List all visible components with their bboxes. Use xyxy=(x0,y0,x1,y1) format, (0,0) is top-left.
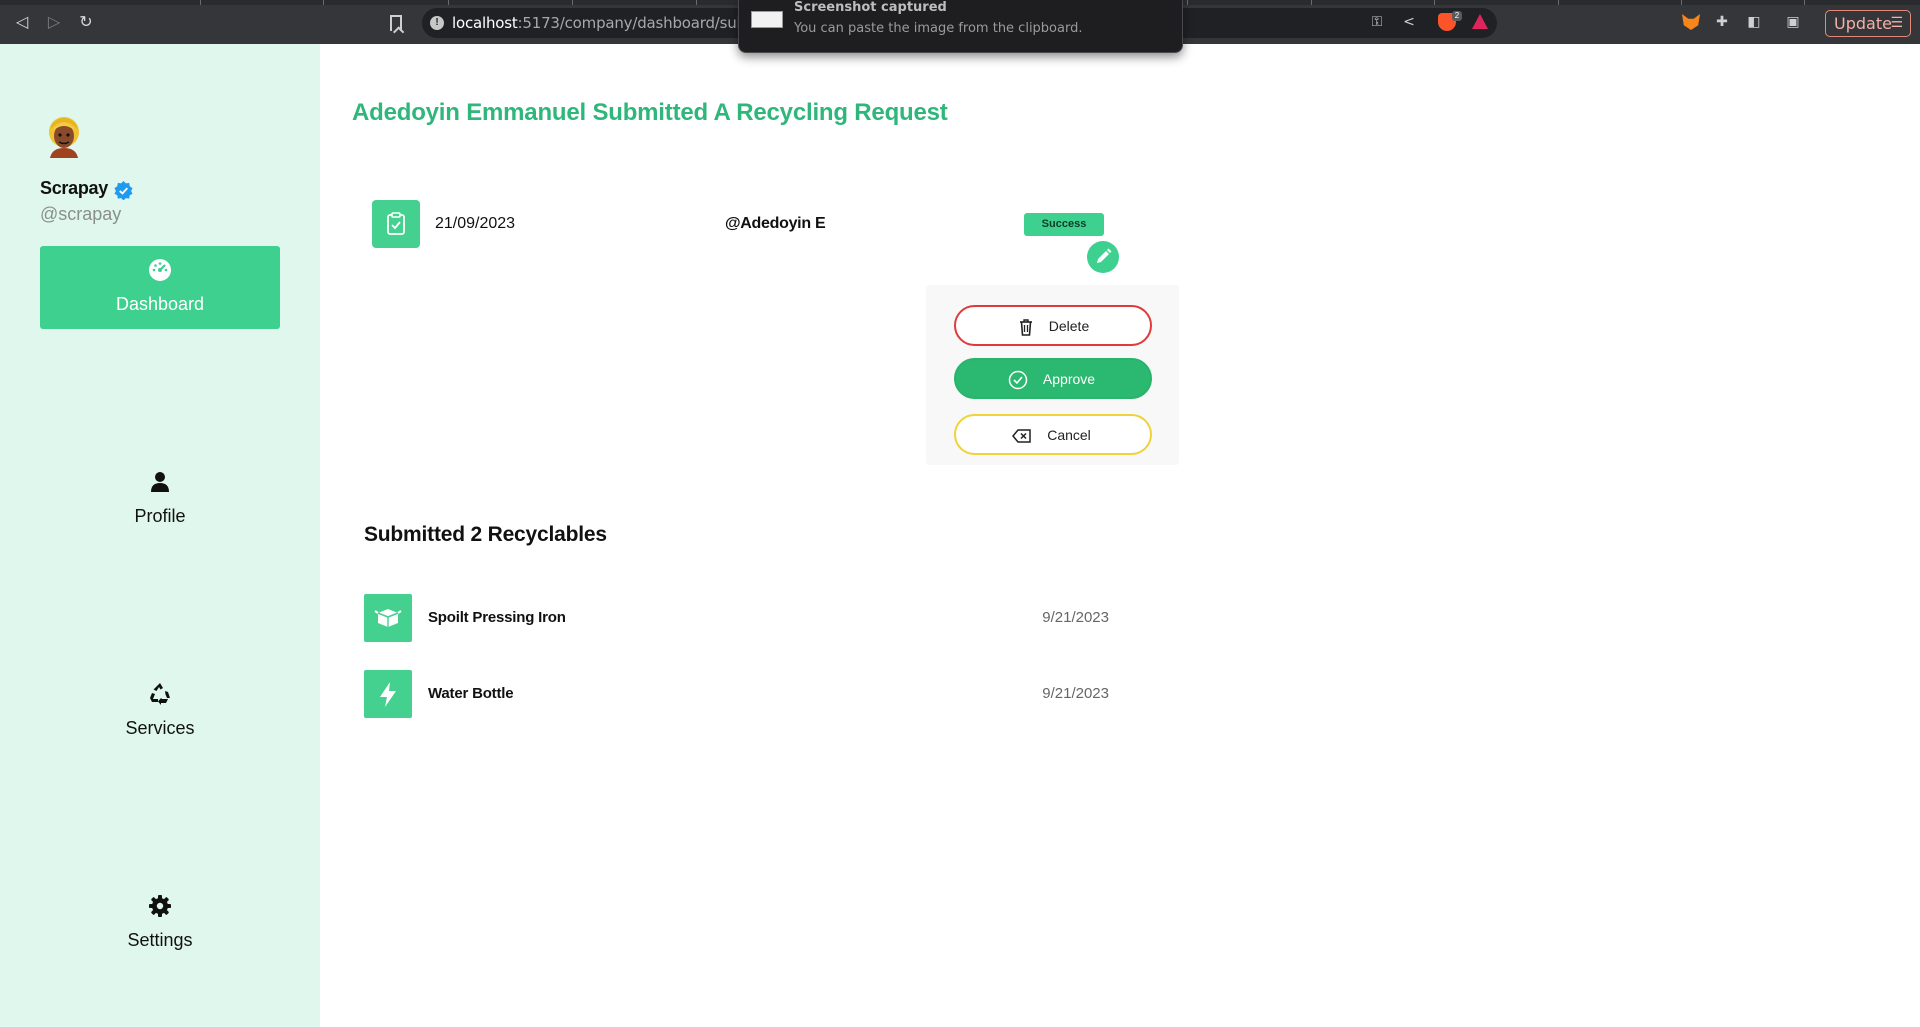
item-name: Water Bottle xyxy=(428,685,514,702)
screenshot-thumbnail xyxy=(751,11,783,28)
tab-separator xyxy=(1558,0,1559,5)
tab-separator xyxy=(200,0,201,5)
back-button[interactable]: ◁ xyxy=(12,12,32,32)
gear-icon xyxy=(149,895,171,917)
menu-icon: ☰ xyxy=(1890,15,1903,31)
item-date: 9/21/2023 xyxy=(1042,685,1109,702)
list-item[interactable]: Spoilt Pressing Iron 9/21/2023 xyxy=(364,594,1109,642)
share-icon[interactable]: < xyxy=(1400,13,1418,31)
forward-button[interactable]: ▷ xyxy=(44,12,64,32)
sidebar-toggle-icon[interactable]: ◧ xyxy=(1745,13,1763,31)
avatar xyxy=(49,117,79,158)
cancel-button[interactable]: Cancel xyxy=(954,414,1152,455)
approve-label: Approve xyxy=(1042,371,1096,387)
trash-icon xyxy=(1020,319,1032,336)
cancel-tag-icon xyxy=(1012,429,1031,443)
cancel-label: Cancel xyxy=(1047,427,1091,443)
tab-separator xyxy=(323,0,324,5)
page-title: Adedoyin Emmanuel Submitted A Recycling … xyxy=(352,99,948,126)
brand-name: Scrapay xyxy=(40,178,108,198)
sidebar-item-label: Services xyxy=(125,718,195,738)
tab-separator xyxy=(1434,0,1435,5)
pencil-icon xyxy=(1097,248,1112,263)
clipboard-check-icon xyxy=(387,212,405,235)
sidebar-item-dashboard[interactable]: Dashboard xyxy=(40,246,280,329)
url-host: localhost xyxy=(452,14,518,32)
recycle-icon xyxy=(150,683,170,705)
tab-separator xyxy=(448,0,449,5)
toast-message: You can paste the image from the clipboa… xyxy=(794,21,1083,36)
key-icon[interactable]: ⚿ xyxy=(1368,13,1386,31)
site-info-icon[interactable]: ! xyxy=(430,16,444,30)
request-user: @Adedoyin E xyxy=(725,215,826,232)
sidebar-item-label: Dashboard xyxy=(115,294,205,314)
sidebar-item-profile[interactable]: Profile xyxy=(40,458,280,541)
tab-separator xyxy=(1311,0,1312,5)
url-text[interactable]: localhost:5173/company/dashboard/submiss… xyxy=(452,14,784,32)
update-label: Update xyxy=(1834,14,1892,33)
delete-label: Delete xyxy=(1048,318,1090,334)
tab-separator xyxy=(696,0,697,5)
sidebar-item-services[interactable]: Services xyxy=(40,670,280,753)
sidebar-item-settings[interactable]: Settings xyxy=(40,882,280,965)
box-icon xyxy=(374,609,402,627)
brand-handle: @scrapay xyxy=(40,204,122,224)
bookmark-icon[interactable] xyxy=(390,15,402,31)
verified-badge-icon xyxy=(114,181,133,200)
request-date: 21/09/2023 xyxy=(435,215,516,232)
brave-rewards-icon[interactable] xyxy=(1472,14,1488,29)
list-item[interactable]: Water Bottle 9/21/2023 xyxy=(364,670,1109,718)
item-icon-tile xyxy=(364,594,412,642)
status-badge: Success xyxy=(1024,213,1104,236)
approve-button[interactable]: Approve xyxy=(954,358,1152,399)
extensions-icon[interactable]: ✚ xyxy=(1713,13,1731,31)
metamask-icon[interactable] xyxy=(1682,14,1700,30)
edit-button[interactable] xyxy=(1087,241,1119,273)
reload-button[interactable]: ↻ xyxy=(76,12,96,32)
tab-separator xyxy=(572,0,573,5)
tab-separator xyxy=(1681,0,1682,5)
toast-title: Screenshot captured xyxy=(794,0,947,15)
section-title: Submitted 2 Recyclables xyxy=(364,523,607,546)
bolt-icon xyxy=(380,682,396,707)
sidebar: Scrapay @scrapay Dashboard Profile Servi… xyxy=(0,44,320,1027)
wallet-icon[interactable]: ▣ xyxy=(1784,13,1802,31)
sidebar-item-label: Settings xyxy=(127,930,193,950)
user-icon xyxy=(151,472,169,492)
item-name: Spoilt Pressing Iron xyxy=(428,609,566,626)
item-date: 9/21/2023 xyxy=(1042,609,1109,626)
item-icon-tile xyxy=(364,670,412,718)
tab-separator xyxy=(1804,0,1805,5)
screenshot-toast: Screenshot captured You can paste the im… xyxy=(738,0,1183,53)
delete-button[interactable]: Delete xyxy=(954,305,1152,346)
update-button[interactable]: Update ☰ xyxy=(1825,10,1911,37)
sidebar-item-label: Profile xyxy=(134,506,186,526)
tab-separator xyxy=(1187,0,1188,5)
shields-count-badge: 2 xyxy=(1452,11,1462,21)
request-icon-tile xyxy=(372,200,420,248)
check-circle-icon xyxy=(1008,370,1028,390)
gauge-icon xyxy=(149,259,171,281)
